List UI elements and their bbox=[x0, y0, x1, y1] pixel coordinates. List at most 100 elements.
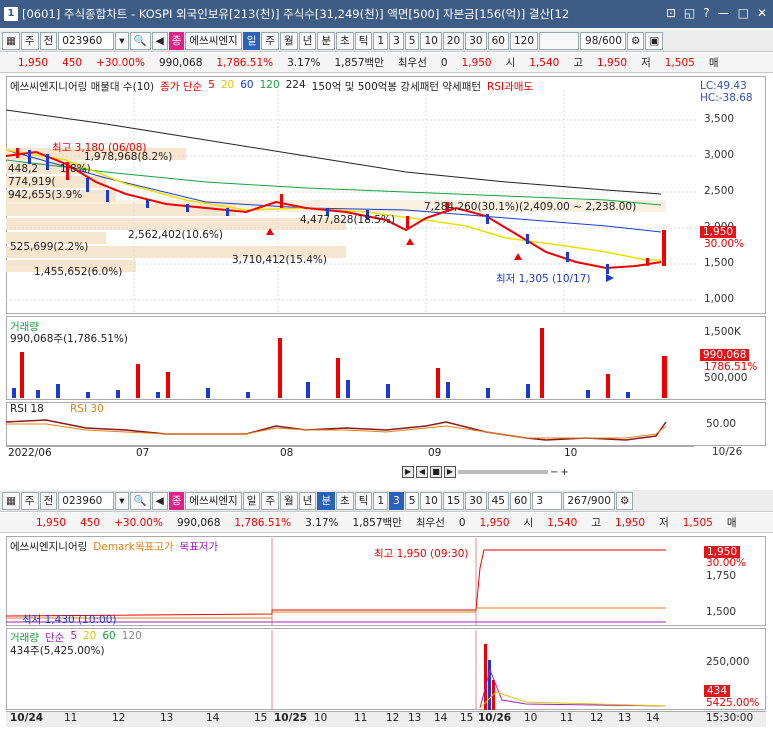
amount: 1,857백만 bbox=[334, 57, 384, 69]
close-icon[interactable]: ✕ bbox=[757, 6, 767, 20]
stock-name: 에쓰씨엔지 bbox=[185, 491, 242, 510]
vol-rate: 1,786.51% bbox=[234, 516, 292, 529]
stock-name: 에쓰씨엔지 bbox=[185, 31, 242, 50]
nav-start-icon[interactable]: ◀ bbox=[416, 466, 428, 478]
mode-select[interactable]: 주 bbox=[20, 31, 39, 50]
period-second[interactable]: 초 bbox=[336, 31, 354, 50]
intraday-low: 최저 1,430 (10:00) bbox=[22, 614, 117, 626]
zoom-out-icon[interactable]: − bbox=[550, 467, 558, 478]
min-20[interactable]: 20 bbox=[442, 31, 465, 50]
low-label: 저 bbox=[641, 57, 651, 69]
min-15[interactable]: 15 bbox=[442, 491, 465, 510]
low-label: 저 bbox=[659, 517, 669, 529]
search-icon[interactable]: 🔍 bbox=[129, 31, 151, 50]
maximize-icon[interactable]: □ bbox=[738, 6, 749, 20]
priority-value: 0 bbox=[440, 56, 448, 69]
vol-rate: 1,786.51% bbox=[216, 56, 274, 69]
save-icon[interactable]: ▣ bbox=[645, 31, 664, 50]
min-30[interactable]: 30 bbox=[465, 491, 487, 510]
profile-label: 525,699(2.2%) bbox=[10, 241, 89, 253]
date-tick: 13 bbox=[160, 712, 174, 724]
period-week[interactable]: 주 bbox=[261, 31, 280, 50]
nav-stop-icon[interactable]: ■ bbox=[430, 466, 442, 478]
period-day[interactable]: 일 bbox=[242, 491, 261, 510]
settings-icon[interactable]: ⚙ bbox=[615, 491, 634, 510]
period-year[interactable]: 년 bbox=[298, 31, 317, 50]
buy-arrow-icon bbox=[514, 253, 522, 260]
minute-input[interactable]: 3 bbox=[532, 491, 563, 510]
priority-value: 0 bbox=[458, 516, 466, 529]
period-day[interactable]: 일 bbox=[242, 31, 261, 50]
open: 1,540 bbox=[547, 516, 578, 529]
period-month[interactable]: 월 bbox=[280, 491, 298, 510]
zoom-in-icon[interactable]: + bbox=[560, 467, 568, 478]
mode-select[interactable]: 주 bbox=[20, 491, 39, 510]
bottom-volume-chart bbox=[271, 630, 667, 710]
rate: +30.00% bbox=[114, 516, 163, 529]
window-title: [0601] 주식종합차트 - KOSPI 외국인보유[213(천)] 주식수[… bbox=[22, 7, 570, 21]
min-120[interactable]: 120 bbox=[509, 31, 538, 50]
settings-icon[interactable]: ⚙ bbox=[627, 31, 645, 50]
amount: 1,857백만 bbox=[352, 517, 402, 529]
change: 450 bbox=[62, 56, 83, 69]
open-label: 시 bbox=[505, 57, 516, 69]
code-input[interactable]: 023960 bbox=[58, 491, 115, 510]
period-week[interactable]: 주 bbox=[261, 491, 280, 510]
min-3[interactable]: 3 bbox=[389, 491, 404, 510]
count-input[interactable]: 267/900 bbox=[563, 491, 615, 510]
profile-label: 3,710,412(15.4%) bbox=[232, 254, 327, 266]
min-60[interactable]: 60 bbox=[509, 491, 532, 510]
low-annotation: 최저 1,305 (10/17) bbox=[496, 273, 591, 285]
min-3[interactable]: 3 bbox=[389, 31, 404, 50]
dropdown-icon[interactable]: ▾ bbox=[115, 31, 129, 50]
min-45[interactable]: 45 bbox=[487, 491, 509, 510]
min-1[interactable]: 1 bbox=[373, 31, 389, 50]
min-60[interactable]: 60 bbox=[487, 31, 509, 50]
priority-label: 최우선 bbox=[397, 57, 427, 69]
period-input[interactable] bbox=[539, 31, 579, 50]
period-month[interactable]: 월 bbox=[280, 31, 298, 50]
nav-controls: ▶ ◀ ■ ▶ − + bbox=[402, 464, 569, 480]
turnover: 3.17% bbox=[287, 56, 321, 69]
period-year[interactable]: 년 bbox=[298, 491, 317, 510]
nav-end-icon[interactable]: ▶ bbox=[444, 466, 456, 478]
profile-label: 1,978,968(8.2%) bbox=[84, 151, 173, 163]
date-tick: 08 bbox=[280, 447, 294, 459]
price-tick: 3,500 bbox=[704, 113, 735, 125]
min-10[interactable]: 10 bbox=[420, 491, 442, 510]
nav-play-icon[interactable]: ▶ bbox=[402, 466, 414, 478]
jeon-select[interactable]: 전 bbox=[39, 491, 58, 510]
layout-icon[interactable]: ▦ bbox=[2, 491, 20, 510]
layout-icon[interactable]: ▦ bbox=[2, 31, 20, 50]
sound-icon[interactable]: ◀ bbox=[151, 31, 168, 50]
sound-icon[interactable]: ◀ bbox=[151, 491, 168, 510]
jeon-select[interactable]: 전 bbox=[39, 31, 58, 50]
period-tick[interactable]: 틱 bbox=[354, 31, 373, 50]
min-1[interactable]: 1 bbox=[373, 491, 389, 510]
help-icon[interactable]: ? bbox=[703, 6, 709, 20]
min-5[interactable]: 5 bbox=[404, 491, 420, 510]
bottom-volume-tick: 250,000 bbox=[706, 656, 750, 668]
code-input[interactable]: 023960 bbox=[58, 31, 115, 50]
period-minute[interactable]: 분 bbox=[317, 31, 336, 50]
window-icon[interactable]: 1 bbox=[4, 7, 18, 21]
count-input[interactable]: 98/600 bbox=[580, 31, 626, 50]
min-30[interactable]: 30 bbox=[465, 31, 487, 50]
date-tick: 10/26 bbox=[712, 446, 743, 458]
period-minute[interactable]: 분 bbox=[317, 491, 336, 510]
scroll-slider[interactable] bbox=[458, 470, 548, 474]
period-second[interactable]: 초 bbox=[336, 491, 354, 510]
ask: 1,950 bbox=[479, 516, 510, 529]
date-tick: 11 bbox=[560, 712, 574, 724]
min-5[interactable]: 5 bbox=[404, 31, 420, 50]
dropdown-icon[interactable]: ▾ bbox=[115, 491, 129, 510]
minimize-icon[interactable]: — bbox=[718, 6, 730, 20]
pin-icon[interactable]: ⊡ bbox=[666, 6, 676, 20]
period-tick[interactable]: 틱 bbox=[354, 491, 373, 510]
open: 1,540 bbox=[529, 56, 560, 69]
search-icon[interactable]: 🔍 bbox=[129, 491, 151, 510]
profile-label: 942,655(3.9% bbox=[8, 189, 83, 201]
min-10[interactable]: 10 bbox=[420, 31, 442, 50]
date-tick: 12 bbox=[590, 712, 604, 724]
restore-icon[interactable]: ◱ bbox=[684, 6, 695, 20]
